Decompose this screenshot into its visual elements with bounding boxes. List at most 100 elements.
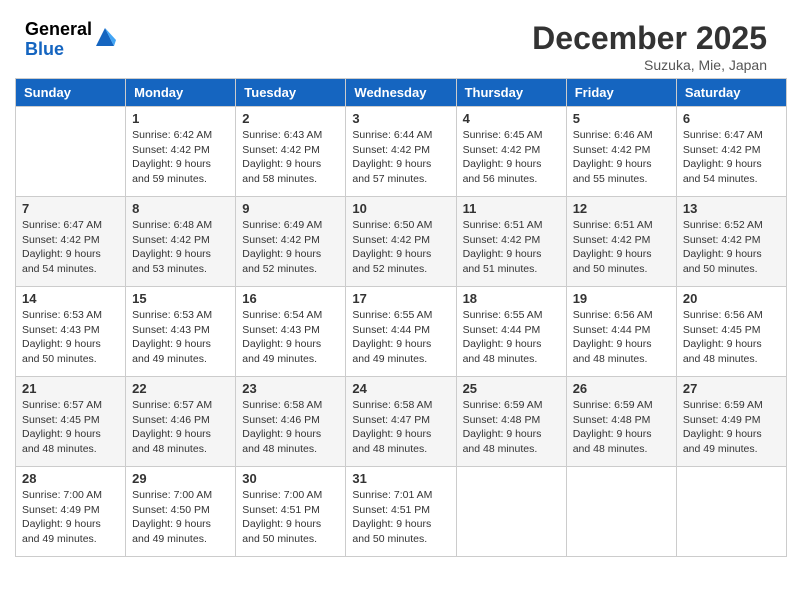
day-info: Sunrise: 6:46 AMSunset: 4:42 PMDaylight:… [573, 128, 670, 187]
day-info: Sunrise: 6:59 AMSunset: 4:48 PMDaylight:… [463, 398, 560, 457]
day-info: Sunrise: 7:01 AMSunset: 4:51 PMDaylight:… [352, 488, 449, 547]
day-number: 2 [242, 111, 339, 126]
calendar-cell: 17 Sunrise: 6:55 AMSunset: 4:44 PMDayligh… [346, 287, 456, 377]
calendar-table: SundayMondayTuesdayWednesdayThursdayFrid… [15, 78, 787, 557]
weekday-header-tuesday: Tuesday [236, 79, 346, 107]
calendar-cell: 23 Sunrise: 6:58 AMSunset: 4:46 PMDayligh… [236, 377, 346, 467]
calendar-cell: 3 Sunrise: 6:44 AMSunset: 4:42 PMDaylight… [346, 107, 456, 197]
day-info: Sunrise: 6:59 AMSunset: 4:49 PMDaylight:… [683, 398, 780, 457]
calendar-cell: 15 Sunrise: 6:53 AMSunset: 4:43 PMDayligh… [126, 287, 236, 377]
calendar-cell: 20 Sunrise: 6:56 AMSunset: 4:45 PMDayligh… [676, 287, 786, 377]
day-info: Sunrise: 6:48 AMSunset: 4:42 PMDaylight:… [132, 218, 229, 277]
calendar-cell: 1Sunrise: 6:42 AMSunset: 4:42 PMDaylight… [126, 107, 236, 197]
day-number: 26 [573, 381, 670, 396]
weekday-header-sunday: Sunday [16, 79, 126, 107]
day-number: 25 [463, 381, 560, 396]
day-number: 21 [22, 381, 119, 396]
weekday-header-monday: Monday [126, 79, 236, 107]
calendar-cell: 16 Sunrise: 6:54 AMSunset: 4:43 PMDayligh… [236, 287, 346, 377]
day-number: 23 [242, 381, 339, 396]
calendar-cell: 4 Sunrise: 6:45 AMSunset: 4:42 PMDaylight… [456, 107, 566, 197]
calendar-cell: 22Sunrise: 6:57 AMSunset: 4:46 PMDayligh… [126, 377, 236, 467]
calendar-cell: 25 Sunrise: 6:59 AMSunset: 4:48 PMDayligh… [456, 377, 566, 467]
calendar-cell: 10Sunrise: 6:50 AMSunset: 4:42 PMDayligh… [346, 197, 456, 287]
calendar-header: SundayMondayTuesdayWednesdayThursdayFrid… [16, 79, 787, 107]
day-info: Sunrise: 6:45 AMSunset: 4:42 PMDaylight:… [463, 128, 560, 187]
day-info: Sunrise: 6:55 AMSunset: 4:44 PMDaylight:… [463, 308, 560, 367]
day-number: 20 [683, 291, 780, 306]
day-info: Sunrise: 6:51 AMSunset: 4:42 PMDaylight:… [463, 218, 560, 277]
day-info: Sunrise: 6:59 AMSunset: 4:48 PMDaylight:… [573, 398, 670, 457]
day-number: 13 [683, 201, 780, 216]
calendar-week-1: 1Sunrise: 6:42 AMSunset: 4:42 PMDaylight… [16, 107, 787, 197]
calendar-cell: 21Sunrise: 6:57 AMSunset: 4:45 PMDayligh… [16, 377, 126, 467]
day-number: 4 [463, 111, 560, 126]
weekday-header-wednesday: Wednesday [346, 79, 456, 107]
day-info: Sunrise: 6:51 AMSunset: 4:42 PMDaylight:… [573, 218, 670, 277]
day-info: Sunrise: 7:00 AMSunset: 4:50 PMDaylight:… [132, 488, 229, 547]
day-info: Sunrise: 6:58 AMSunset: 4:46 PMDaylight:… [242, 398, 339, 457]
day-number: 18 [463, 291, 560, 306]
calendar-week-3: 14Sunrise: 6:53 AMSunset: 4:43 PMDayligh… [16, 287, 787, 377]
calendar-cell [16, 107, 126, 197]
day-info: Sunrise: 6:55 AMSunset: 4:44 PMDaylight:… [352, 308, 449, 367]
calendar-week-4: 21Sunrise: 6:57 AMSunset: 4:45 PMDayligh… [16, 377, 787, 467]
logo-icon [94, 26, 116, 50]
day-number: 31 [352, 471, 449, 486]
day-info: Sunrise: 6:44 AMSunset: 4:42 PMDaylight:… [352, 128, 449, 187]
calendar-week-2: 7 Sunrise: 6:47 AMSunset: 4:42 PMDaylight… [16, 197, 787, 287]
day-number: 29 [132, 471, 229, 486]
calendar-cell: 30Sunrise: 7:00 AMSunset: 4:51 PMDayligh… [236, 467, 346, 557]
day-number: 28 [22, 471, 119, 486]
weekday-header-saturday: Saturday [676, 79, 786, 107]
day-info: Sunrise: 7:00 AMSunset: 4:51 PMDaylight:… [242, 488, 339, 547]
day-info: Sunrise: 6:53 AMSunset: 4:43 PMDaylight:… [132, 308, 229, 367]
day-info: Sunrise: 6:43 AMSunset: 4:42 PMDaylight:… [242, 128, 339, 187]
calendar-cell [456, 467, 566, 557]
day-number: 16 [242, 291, 339, 306]
day-number: 11 [463, 201, 560, 216]
calendar-cell: 26 Sunrise: 6:59 AMSunset: 4:48 PMDayligh… [566, 377, 676, 467]
weekday-header-friday: Friday [566, 79, 676, 107]
day-info: Sunrise: 6:49 AMSunset: 4:42 PMDaylight:… [242, 218, 339, 277]
day-info: Sunrise: 6:47 AMSunset: 4:42 PMDaylight:… [22, 218, 119, 277]
day-number: 3 [352, 111, 449, 126]
day-number: 1 [132, 111, 229, 126]
calendar-cell: 29 Sunrise: 7:00 AMSunset: 4:50 PMDayligh… [126, 467, 236, 557]
calendar-body: 1Sunrise: 6:42 AMSunset: 4:42 PMDaylight… [16, 107, 787, 557]
weekday-header-row: SundayMondayTuesdayWednesdayThursdayFrid… [16, 79, 787, 107]
calendar-cell: 12Sunrise: 6:51 AMSunset: 4:42 PMDayligh… [566, 197, 676, 287]
calendar-cell: 9 Sunrise: 6:49 AMSunset: 4:42 PMDaylight… [236, 197, 346, 287]
day-number: 9 [242, 201, 339, 216]
weekday-header-thursday: Thursday [456, 79, 566, 107]
logo-text: General Blue [25, 20, 92, 60]
day-number: 15 [132, 291, 229, 306]
calendar-week-5: 28Sunrise: 7:00 AMSunset: 4:49 PMDayligh… [16, 467, 787, 557]
day-info: Sunrise: 6:54 AMSunset: 4:43 PMDaylight:… [242, 308, 339, 367]
calendar-cell: 6Sunrise: 6:47 AMSunset: 4:42 PMDaylight… [676, 107, 786, 197]
logo: General Blue [25, 20, 116, 60]
calendar-cell: 27Sunrise: 6:59 AMSunset: 4:49 PMDayligh… [676, 377, 786, 467]
calendar-cell: 19Sunrise: 6:56 AMSunset: 4:44 PMDayligh… [566, 287, 676, 377]
day-info: Sunrise: 6:53 AMSunset: 4:43 PMDaylight:… [22, 308, 119, 367]
day-number: 7 [22, 201, 119, 216]
day-number: 10 [352, 201, 449, 216]
title-area: December 2025 Suzuka, Mie, Japan [532, 20, 767, 73]
day-number: 17 [352, 291, 449, 306]
calendar-cell: 2 Sunrise: 6:43 AMSunset: 4:42 PMDaylight… [236, 107, 346, 197]
calendar-cell: 24Sunrise: 6:58 AMSunset: 4:47 PMDayligh… [346, 377, 456, 467]
calendar-cell: 5 Sunrise: 6:46 AMSunset: 4:42 PMDaylight… [566, 107, 676, 197]
calendar-cell: 8 Sunrise: 6:48 AMSunset: 4:42 PMDaylight… [126, 197, 236, 287]
day-number: 5 [573, 111, 670, 126]
month-title: December 2025 [532, 20, 767, 57]
location-subtitle: Suzuka, Mie, Japan [532, 57, 767, 73]
day-info: Sunrise: 6:56 AMSunset: 4:45 PMDaylight:… [683, 308, 780, 367]
calendar-cell: 18 Sunrise: 6:55 AMSunset: 4:44 PMDayligh… [456, 287, 566, 377]
calendar-cell: 11 Sunrise: 6:51 AMSunset: 4:42 PMDayligh… [456, 197, 566, 287]
day-info: Sunrise: 6:58 AMSunset: 4:47 PMDaylight:… [352, 398, 449, 457]
day-number: 19 [573, 291, 670, 306]
day-number: 8 [132, 201, 229, 216]
day-number: 22 [132, 381, 229, 396]
calendar-cell: 28Sunrise: 7:00 AMSunset: 4:49 PMDayligh… [16, 467, 126, 557]
calendar-cell [566, 467, 676, 557]
